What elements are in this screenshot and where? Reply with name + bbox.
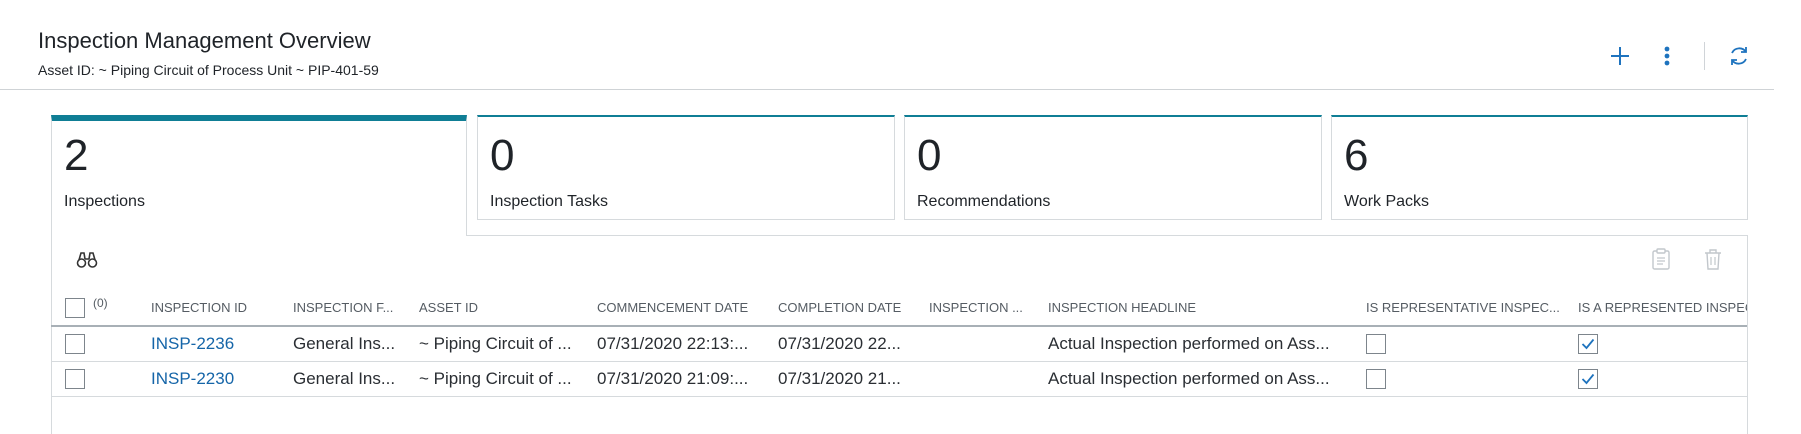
more-vertical-icon — [1664, 46, 1670, 66]
copy-button[interactable] — [1648, 246, 1674, 272]
inspection-headline-cell: Actual Inspection performed on Ass... — [1048, 334, 1330, 353]
is-representative-cell — [1366, 362, 1406, 396]
clipboard-icon — [1652, 248, 1670, 270]
is-representative-checkbox[interactable] — [1366, 334, 1386, 354]
row-checkbox[interactable] — [65, 334, 85, 354]
summary-cards: 2 Inspections 0 Inspection Tasks 0 Recom… — [51, 115, 1748, 236]
column-header-inspection-headline[interactable]: INSPECTION HEADLINE — [1048, 290, 1358, 325]
card-inspections[interactable]: 2 Inspections — [51, 115, 467, 236]
asset-id-cell: ~ Piping Circuit of ... — [419, 334, 572, 353]
refresh-icon — [1731, 47, 1747, 65]
selected-count: (0) — [93, 295, 108, 310]
find-button[interactable] — [73, 248, 101, 272]
card-count: 6 — [1344, 131, 1369, 180]
column-header-is-a-represented-inspection[interactable]: IS A REPRESENTED INSPECT — [1578, 290, 1747, 325]
is-represented-checkbox[interactable] — [1578, 334, 1598, 354]
asset-id-cell: ~ Piping Circuit of ... — [419, 369, 572, 388]
row-checkbox[interactable] — [65, 369, 85, 389]
card-inspection-tasks[interactable]: 0 Inspection Tasks — [477, 115, 895, 220]
column-header-inspection-id[interactable]: INSPECTION ID — [151, 290, 281, 325]
completion-date-cell: 07/31/2020 21... — [778, 369, 901, 388]
table-row[interactable]: INSP-2236 General Ins... ~ Piping Circui… — [51, 327, 1747, 362]
card-label: Inspections — [64, 193, 145, 210]
commencement-date-cell: 07/31/2020 21:09:... — [597, 369, 749, 388]
plus-icon — [1611, 47, 1629, 65]
inspection-x-cell — [929, 327, 1039, 361]
is-representative-checkbox[interactable] — [1366, 369, 1386, 389]
card-label: Recommendations — [917, 193, 1051, 210]
row-select-cell — [65, 362, 95, 396]
checkmark-icon — [1581, 373, 1595, 385]
card-count: 2 — [64, 131, 89, 180]
select-all-cell: (0) — [65, 290, 125, 325]
column-header-is-representative-inspection[interactable]: IS REPRESENTATIVE INSPEC... — [1366, 290, 1571, 325]
inspection-headline-cell: Actual Inspection performed on Ass... — [1048, 369, 1330, 388]
card-count: 0 — [917, 131, 942, 180]
delete-button[interactable] — [1700, 246, 1726, 272]
commencement-date-cell: 07/31/2020 22:13:... — [597, 334, 749, 353]
header-divider — [1704, 42, 1705, 70]
column-header-inspection-x[interactable]: INSPECTION ... — [929, 290, 1039, 325]
binoculars-icon — [76, 252, 98, 268]
select-all-checkbox[interactable] — [65, 297, 85, 318]
inspection-f-cell: General Ins... — [293, 369, 396, 388]
column-header-asset-id[interactable]: ASSET ID — [419, 290, 589, 325]
card-label: Inspection Tasks — [490, 193, 608, 210]
is-represented-cell — [1578, 327, 1618, 361]
table-row[interactable]: INSP-2230 General Ins... ~ Piping Circui… — [51, 362, 1747, 397]
more-options-button[interactable] — [1651, 40, 1683, 72]
column-header-commencement-date[interactable]: COMMENCEMENT DATE — [597, 290, 772, 325]
card-count: 0 — [490, 131, 515, 180]
inspection-id-link[interactable]: INSP-2236 — [151, 327, 281, 361]
grid-header-row: (0) INSPECTION ID INSPECTION F... ASSET … — [51, 290, 1747, 327]
card-work-packs[interactable]: 6 Work Packs — [1331, 115, 1748, 220]
is-representative-cell — [1366, 327, 1406, 361]
column-header-completion-date[interactable]: COMPLETION DATE — [778, 290, 923, 325]
page-title: Inspection Management Overview — [38, 28, 371, 53]
completion-date-cell: 07/31/2020 22... — [778, 334, 901, 353]
is-represented-cell — [1578, 362, 1618, 396]
inspection-f-cell: General Ins... — [293, 334, 396, 353]
column-header-inspection-f[interactable]: INSPECTION F... — [293, 290, 408, 325]
card-label: Work Packs — [1344, 193, 1430, 210]
page-subtitle: Asset ID: ~ Piping Circuit of Process Un… — [38, 62, 379, 78]
trash-icon — [1705, 249, 1721, 270]
is-represented-checkbox[interactable] — [1578, 369, 1598, 389]
card-recommendations[interactable]: 0 Recommendations — [904, 115, 1322, 220]
inspection-x-cell — [929, 362, 1039, 396]
page-header: Inspection Management Overview Asset ID:… — [0, 0, 1774, 90]
panel-divider — [467, 235, 1748, 236]
add-button[interactable] — [1604, 40, 1636, 72]
checkmark-icon — [1581, 338, 1595, 350]
row-select-cell — [65, 327, 95, 361]
inspection-id-link[interactable]: INSP-2230 — [151, 362, 281, 396]
refresh-button[interactable] — [1723, 40, 1755, 72]
